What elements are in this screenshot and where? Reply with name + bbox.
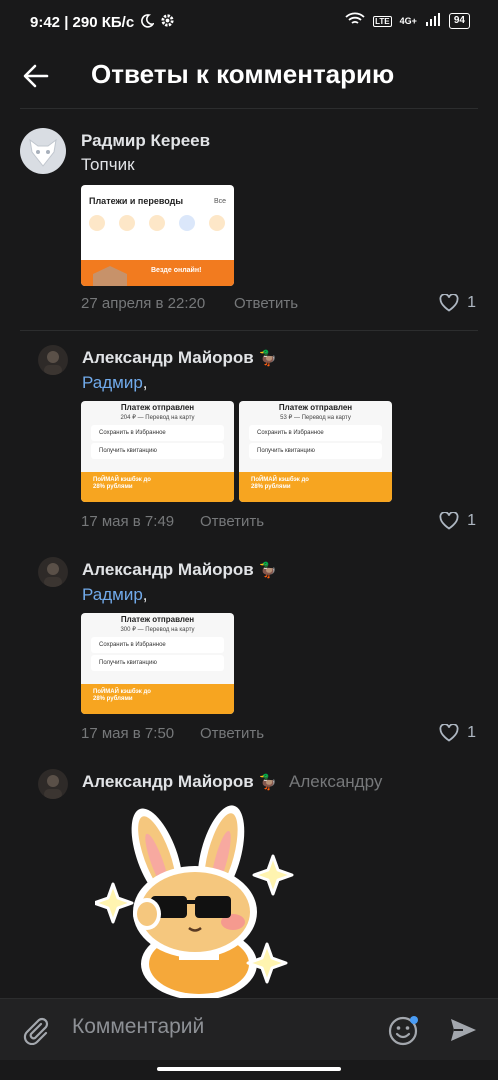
- image-row: Получить квитанцию: [249, 443, 382, 459]
- promo-banner: ПоЙМАЙ кэшбэк до 28% рублями: [81, 684, 234, 714]
- moon-icon: [140, 13, 155, 32]
- heart-icon: [439, 512, 459, 530]
- banner-text: Везде онлайн!: [151, 267, 202, 274]
- image-subtitle: 53 ₽ — Перевод на карту: [280, 415, 351, 421]
- home-indicator: [157, 1067, 341, 1071]
- image-row: Получить квитанцию: [91, 443, 224, 459]
- payment-icon: [179, 215, 195, 231]
- image-subtitle: 300 ₽ — Перевод на карту: [120, 627, 195, 633]
- comment-date: 17 мая в 7:50: [81, 725, 175, 742]
- promo-text: ПоЙМАЙ кэшбэк до 28% рублями: [251, 477, 309, 490]
- reply-button[interactable]: Ответить: [200, 513, 264, 530]
- gear-icon: [160, 13, 175, 32]
- image-title: Платеж отправлен: [120, 615, 195, 624]
- like-count: 1: [467, 724, 476, 741]
- image-subtitle: 204 ₽ — Перевод на карту: [120, 415, 195, 421]
- header-divider: [20, 108, 478, 109]
- comment-date: 17 мая в 7:49: [81, 513, 175, 530]
- promo-text: ПоЙМАЙ кэшбэк до 28% рублями: [93, 689, 151, 702]
- duck-icon: 🦆: [258, 562, 278, 579]
- payment-icon: [119, 215, 135, 231]
- image-row: Сохранить в Избранное: [91, 425, 224, 441]
- avatar[interactable]: [38, 557, 68, 587]
- battery-indicator: 94: [448, 13, 470, 29]
- emoji-icon[interactable]: [388, 1015, 420, 1052]
- like-count: 1: [467, 294, 476, 311]
- status-time: 9:42 | 290 КБ/с: [30, 14, 135, 31]
- like-count: 1: [467, 512, 476, 529]
- image-all-link: Все: [213, 198, 226, 205]
- attached-image[interactable]: Платежи и переводы Все Везде онлайн!: [81, 185, 234, 286]
- author-name: Александр Майоров: [82, 348, 254, 367]
- bunny-sticker[interactable]: [92, 804, 295, 1000]
- send-icon[interactable]: [448, 1015, 478, 1050]
- avatar[interactable]: [38, 769, 68, 799]
- comment-input[interactable]: Комментарий: [72, 1015, 204, 1039]
- mention-name: Радмир: [82, 585, 143, 604]
- promo-text: ПоЙМАЙ кэшбэк до 28% рублями: [93, 477, 151, 490]
- page-title: Ответы к комментарию: [91, 59, 395, 89]
- comment-divider: [20, 330, 478, 331]
- attached-image[interactable]: Платеж отправлен 53 ₽ — Перевод на карту…: [239, 401, 392, 502]
- payment-icon: [209, 215, 225, 231]
- duck-icon: 🦆: [258, 350, 278, 367]
- promo-banner: ПоЙМАЙ кэшбэк до 28% рублями: [239, 472, 392, 502]
- author-name: Александр Майоров: [82, 560, 254, 579]
- mention-link[interactable]: Радмир,: [82, 373, 148, 393]
- comment-text: Топчик: [81, 155, 135, 174]
- paperclip-icon[interactable]: [20, 1015, 50, 1050]
- mention-link[interactable]: Радмир,: [82, 585, 148, 605]
- comment-author[interactable]: Александр Майоров 🦆: [82, 560, 277, 580]
- comment-composer: Комментарий: [0, 998, 498, 1060]
- reply-button[interactable]: Ответить: [200, 725, 264, 742]
- status-bar: 9:42 | 290 КБ/с LTE 4G+ 94: [0, 0, 498, 44]
- image-row: Сохранить в Избранное: [91, 637, 224, 653]
- reply-button[interactable]: Ответить: [234, 295, 298, 312]
- like-button[interactable]: 1: [439, 724, 476, 742]
- comment-date: 27 апреля в 22:20: [81, 295, 206, 312]
- like-button[interactable]: 1: [439, 512, 476, 530]
- heart-icon: [439, 724, 459, 742]
- image-row: Получить квитанцию: [91, 655, 224, 671]
- image-title: Платеж отправлен: [120, 403, 195, 412]
- attached-image[interactable]: Платеж отправлен 204 ₽ — Перевод на карт…: [81, 401, 234, 502]
- comment-author[interactable]: Александр Майоров 🦆: [82, 772, 277, 792]
- image-title: Платежи и переводы: [89, 196, 184, 206]
- avatar[interactable]: [38, 345, 68, 375]
- attached-image[interactable]: Платеж отправлен 300 ₽ — Перевод на карт…: [81, 613, 234, 714]
- promo-banner: ПоЙМАЙ кэшбэк до 28% рублями: [81, 472, 234, 502]
- wifi-icon: [345, 12, 365, 30]
- payment-icon: [89, 215, 105, 231]
- duck-icon: 🦆: [258, 774, 278, 791]
- image-title: Платеж отправлен: [278, 403, 353, 412]
- header: Ответы к комментарию: [0, 44, 498, 108]
- back-arrow-icon[interactable]: [22, 62, 50, 90]
- promo-banner: Везде онлайн!: [81, 260, 234, 286]
- author-name: Александр Майоров: [82, 772, 254, 791]
- signal-icon: [425, 12, 441, 30]
- network-type: 4G+: [399, 16, 417, 26]
- like-button[interactable]: 1: [439, 294, 476, 312]
- comment-author[interactable]: Александр Майоров 🦆: [82, 348, 277, 368]
- reply-to-name: Александру: [289, 772, 383, 791]
- heart-icon: [439, 294, 459, 312]
- lte-icon: LTE: [373, 15, 392, 27]
- image-row: Сохранить в Избранное: [249, 425, 382, 441]
- payment-icons: [89, 215, 225, 231]
- avatar[interactable]: [20, 128, 66, 174]
- payment-icon: [149, 215, 165, 231]
- house-illustration: [93, 266, 127, 286]
- comment-author[interactable]: Радмир Кереев: [81, 131, 210, 151]
- mention-name: Радмир: [82, 373, 143, 392]
